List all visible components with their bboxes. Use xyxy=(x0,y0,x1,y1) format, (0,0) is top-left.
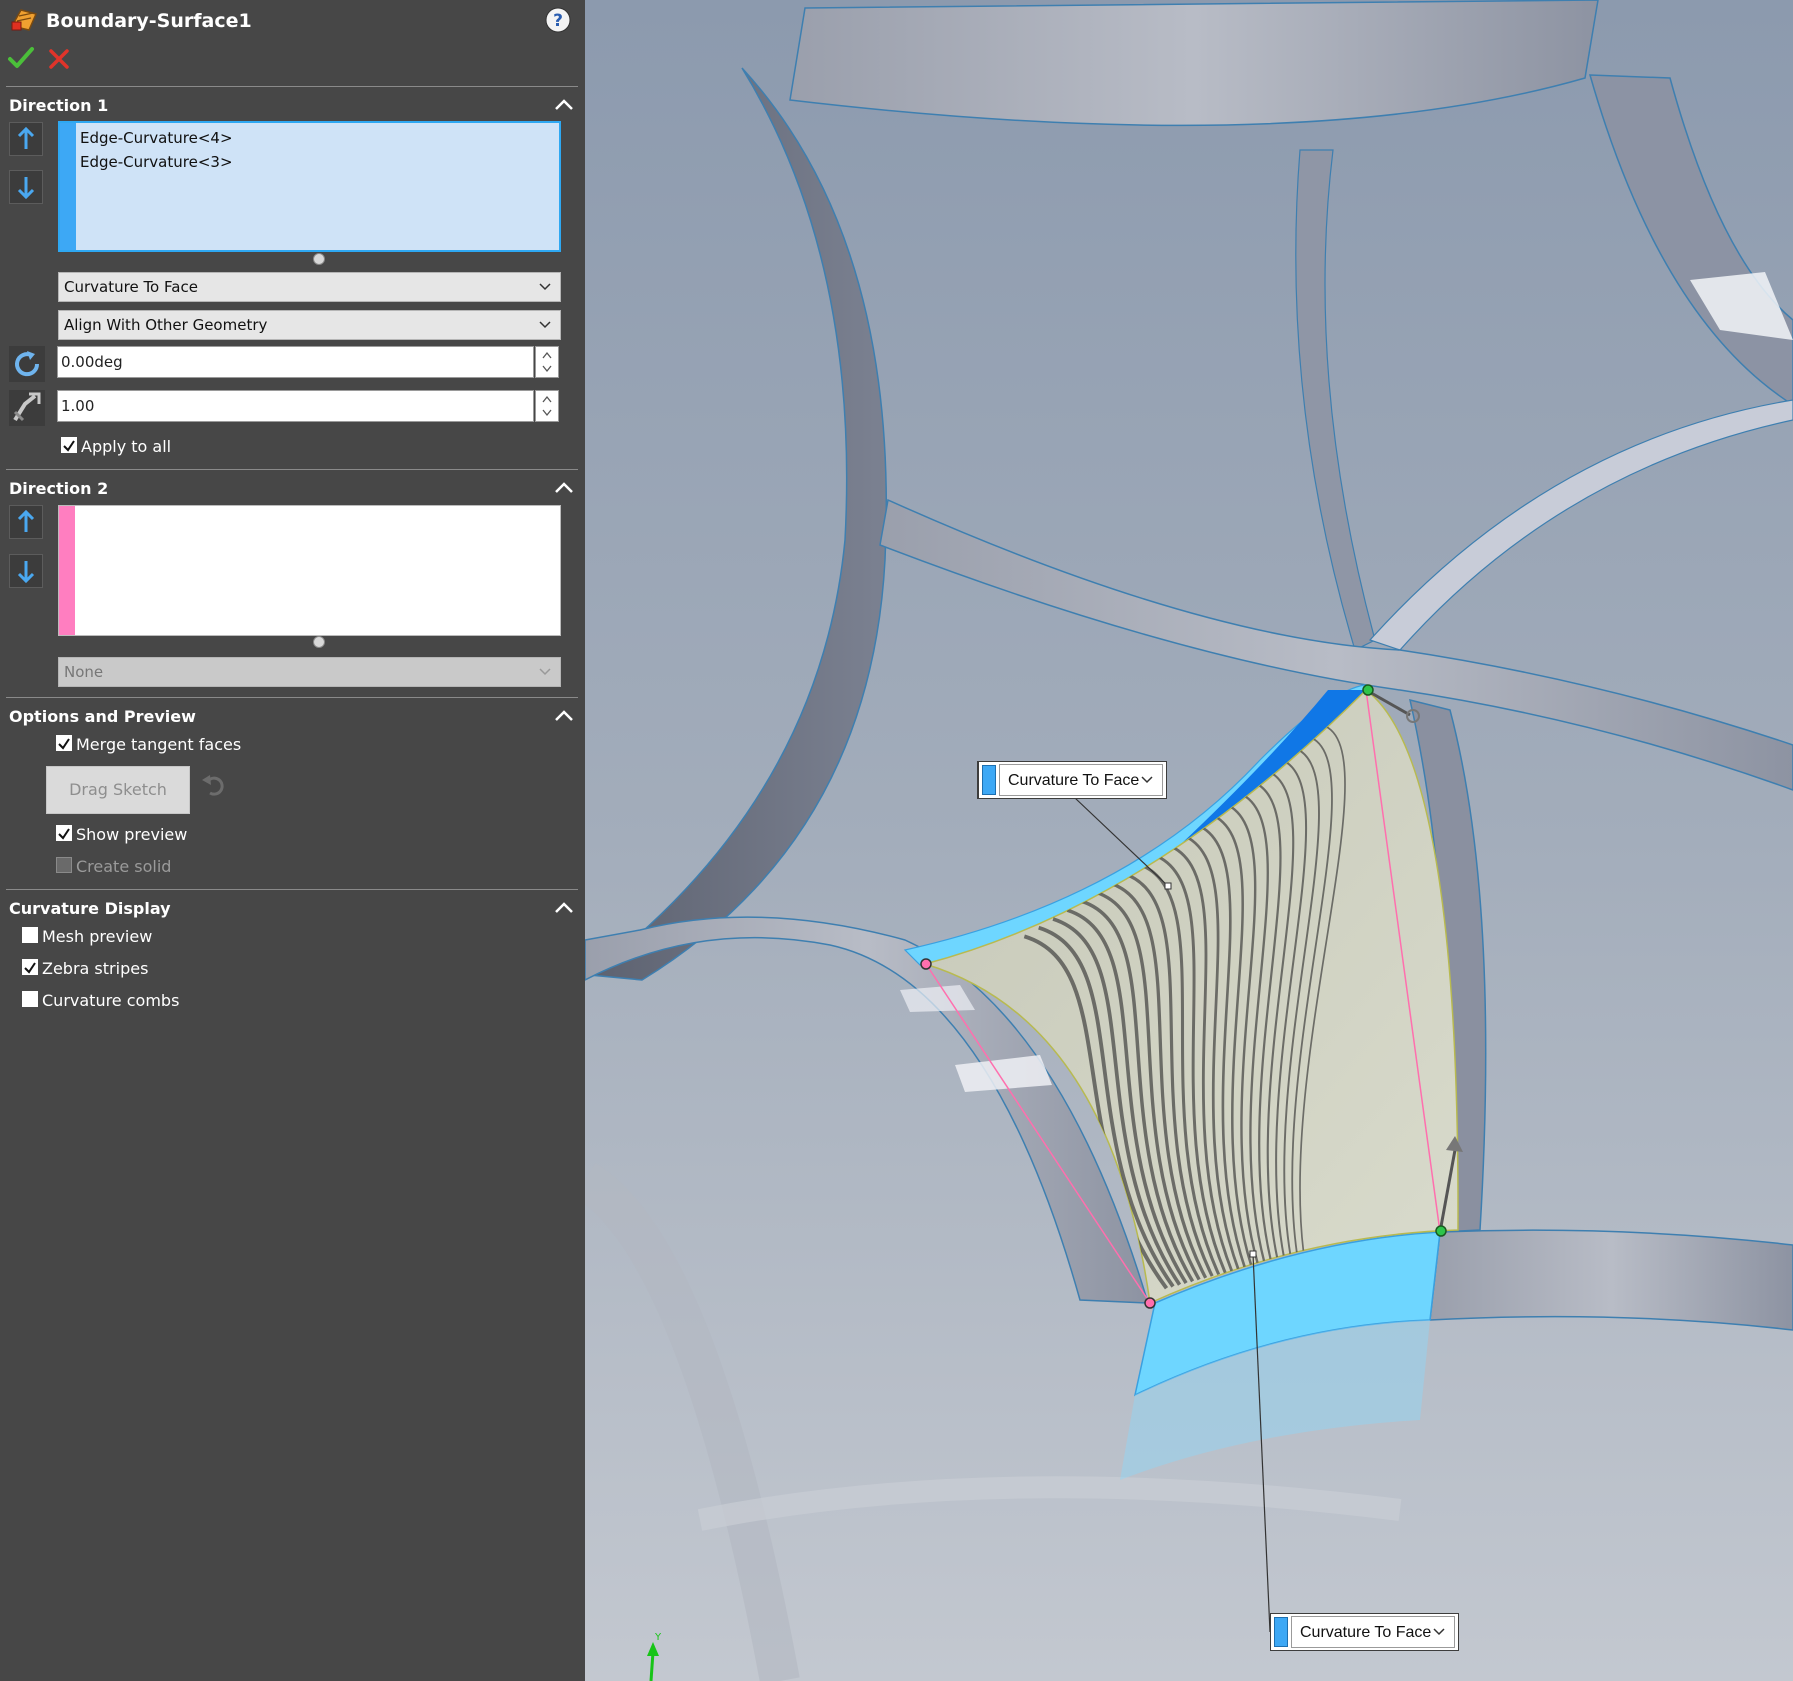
apply-to-all-label: Apply to all xyxy=(81,437,172,456)
ribbon-bottom-right[interactable] xyxy=(1429,1229,1793,1331)
merge-tangent-faces-label: Merge tangent faces xyxy=(76,735,242,754)
tangent-influence-spinner[interactable] xyxy=(535,390,559,422)
chevron-up-icon xyxy=(555,99,573,110)
callout-dropdown[interactable]: Curvature To Face xyxy=(1291,1616,1455,1648)
curvature-combs-label: Curvature combs xyxy=(42,991,180,1010)
direction1-color-strip xyxy=(60,123,76,250)
selected-value: Align With Other Geometry xyxy=(64,316,268,334)
curvature-display-collapse-button[interactable] xyxy=(553,897,575,919)
list-resize-handle[interactable] xyxy=(313,253,325,265)
separator xyxy=(6,469,578,470)
cancel-button[interactable] xyxy=(48,48,70,70)
check-icon xyxy=(24,962,36,974)
callout-dropdown[interactable]: Curvature To Face xyxy=(999,764,1163,796)
selected-value: None xyxy=(64,663,104,681)
checkmark-icon xyxy=(8,47,34,68)
show-preview-checkbox[interactable] xyxy=(56,825,72,841)
arrow-down-icon xyxy=(17,561,35,584)
spinner-arrows-icon xyxy=(542,395,552,417)
create-solid-label: Create solid xyxy=(76,857,172,876)
direction1-alignment-select[interactable]: Align With Other Geometry xyxy=(58,310,561,340)
check-icon xyxy=(58,828,70,840)
tangent-influence-input[interactable]: 1.00 xyxy=(57,390,534,422)
help-button[interactable]: ? xyxy=(545,7,571,33)
selected-value: Curvature To Face xyxy=(64,278,198,296)
merge-tangent-faces-checkbox[interactable] xyxy=(56,735,72,751)
x-icon xyxy=(49,49,69,69)
triad-y-axis xyxy=(649,1651,655,1681)
draft-angle-spinner[interactable] xyxy=(535,346,559,378)
callout-color-strip xyxy=(1274,1617,1288,1647)
callout-bottom-condition[interactable]: Curvature To Face xyxy=(1270,1613,1459,1651)
move-down-button[interactable] xyxy=(9,554,43,588)
chevron-down-icon xyxy=(1141,776,1153,784)
chevron-up-icon xyxy=(555,710,573,721)
zebra-stripes-label: Zebra stripes xyxy=(42,959,149,978)
arrow-up-icon xyxy=(17,509,35,532)
graphics-viewport[interactable]: Y Curvature To Face Curvature To Face xyxy=(585,0,1793,1681)
endpoint-handle[interactable] xyxy=(920,958,932,970)
check-icon xyxy=(58,738,70,750)
chevron-down-icon xyxy=(539,668,551,676)
endpoint-handle[interactable] xyxy=(1435,1225,1447,1237)
boundary-surface-icon xyxy=(10,9,38,31)
direction1-condition-select[interactable]: Curvature To Face xyxy=(58,272,561,302)
direction1-collapse-button[interactable] xyxy=(553,94,575,116)
endpoint-handle[interactable] xyxy=(1144,1297,1156,1309)
curvature-display-title: Curvature Display xyxy=(9,899,171,918)
apply-to-all-checkbox[interactable] xyxy=(61,437,77,453)
direction2-collapse-button[interactable] xyxy=(553,477,575,499)
draft-angle-icon xyxy=(9,346,45,382)
create-solid-checkbox[interactable] xyxy=(56,857,72,873)
direction2-title: Direction 2 xyxy=(9,479,109,498)
list-item[interactable]: Edge-Curvature<4> xyxy=(80,129,233,147)
separator xyxy=(6,889,578,890)
model-view[interactable]: Y xyxy=(585,0,1793,1681)
direction1-curves-list[interactable]: Edge-Curvature<4> Edge-Curvature<3> xyxy=(58,121,561,252)
direction1-title: Direction 1 xyxy=(9,96,109,115)
callout-anchor[interactable] xyxy=(1249,1250,1257,1258)
list-resize-handle[interactable] xyxy=(313,636,325,648)
check-icon xyxy=(63,440,75,452)
arrow-down-icon xyxy=(17,177,35,200)
callout-top-condition[interactable]: Curvature To Face xyxy=(978,761,1167,799)
separator xyxy=(6,86,578,87)
property-manager: Boundary-Surface1 ? Direction 1 Edge-Cur… xyxy=(0,0,585,1681)
mesh-preview-label: Mesh preview xyxy=(42,927,153,946)
options-title: Options and Preview xyxy=(9,707,196,726)
direction2-color-strip xyxy=(59,506,75,635)
endpoint-handle[interactable] xyxy=(1362,684,1374,696)
arrow-up-icon xyxy=(17,126,35,149)
show-preview-label: Show preview xyxy=(76,825,188,844)
chevron-down-icon xyxy=(539,283,551,291)
ok-button[interactable] xyxy=(7,46,35,70)
direction2-condition-select[interactable]: None xyxy=(58,657,561,687)
mesh-preview-checkbox[interactable] xyxy=(22,927,38,943)
zebra-stripes-checkbox[interactable] xyxy=(22,959,38,975)
options-collapse-button[interactable] xyxy=(553,705,575,727)
separator xyxy=(6,697,578,698)
triad-y-label: Y xyxy=(654,1632,662,1643)
question-icon: ? xyxy=(553,11,563,31)
move-up-button[interactable] xyxy=(9,505,43,539)
spinner-arrows-icon xyxy=(542,351,552,373)
callout-color-strip xyxy=(982,765,996,795)
move-down-button[interactable] xyxy=(9,170,43,204)
tangent-influence-icon xyxy=(9,390,45,426)
curvature-combs-checkbox[interactable] xyxy=(22,991,38,1007)
chevron-down-icon xyxy=(539,321,551,329)
callout-anchor[interactable] xyxy=(1164,882,1172,890)
undo-icon[interactable] xyxy=(200,772,228,798)
drag-sketch-button[interactable]: Drag Sketch xyxy=(46,766,190,814)
chevron-up-icon xyxy=(555,482,573,493)
list-item[interactable]: Edge-Curvature<3> xyxy=(80,153,233,171)
chevron-down-icon xyxy=(1433,1628,1445,1636)
direction2-curves-list[interactable] xyxy=(58,505,561,636)
chevron-up-icon xyxy=(555,902,573,913)
move-up-button[interactable] xyxy=(9,122,43,156)
panel-title: Boundary-Surface1 xyxy=(46,10,252,32)
draft-angle-input[interactable]: 0.00deg xyxy=(57,346,534,378)
